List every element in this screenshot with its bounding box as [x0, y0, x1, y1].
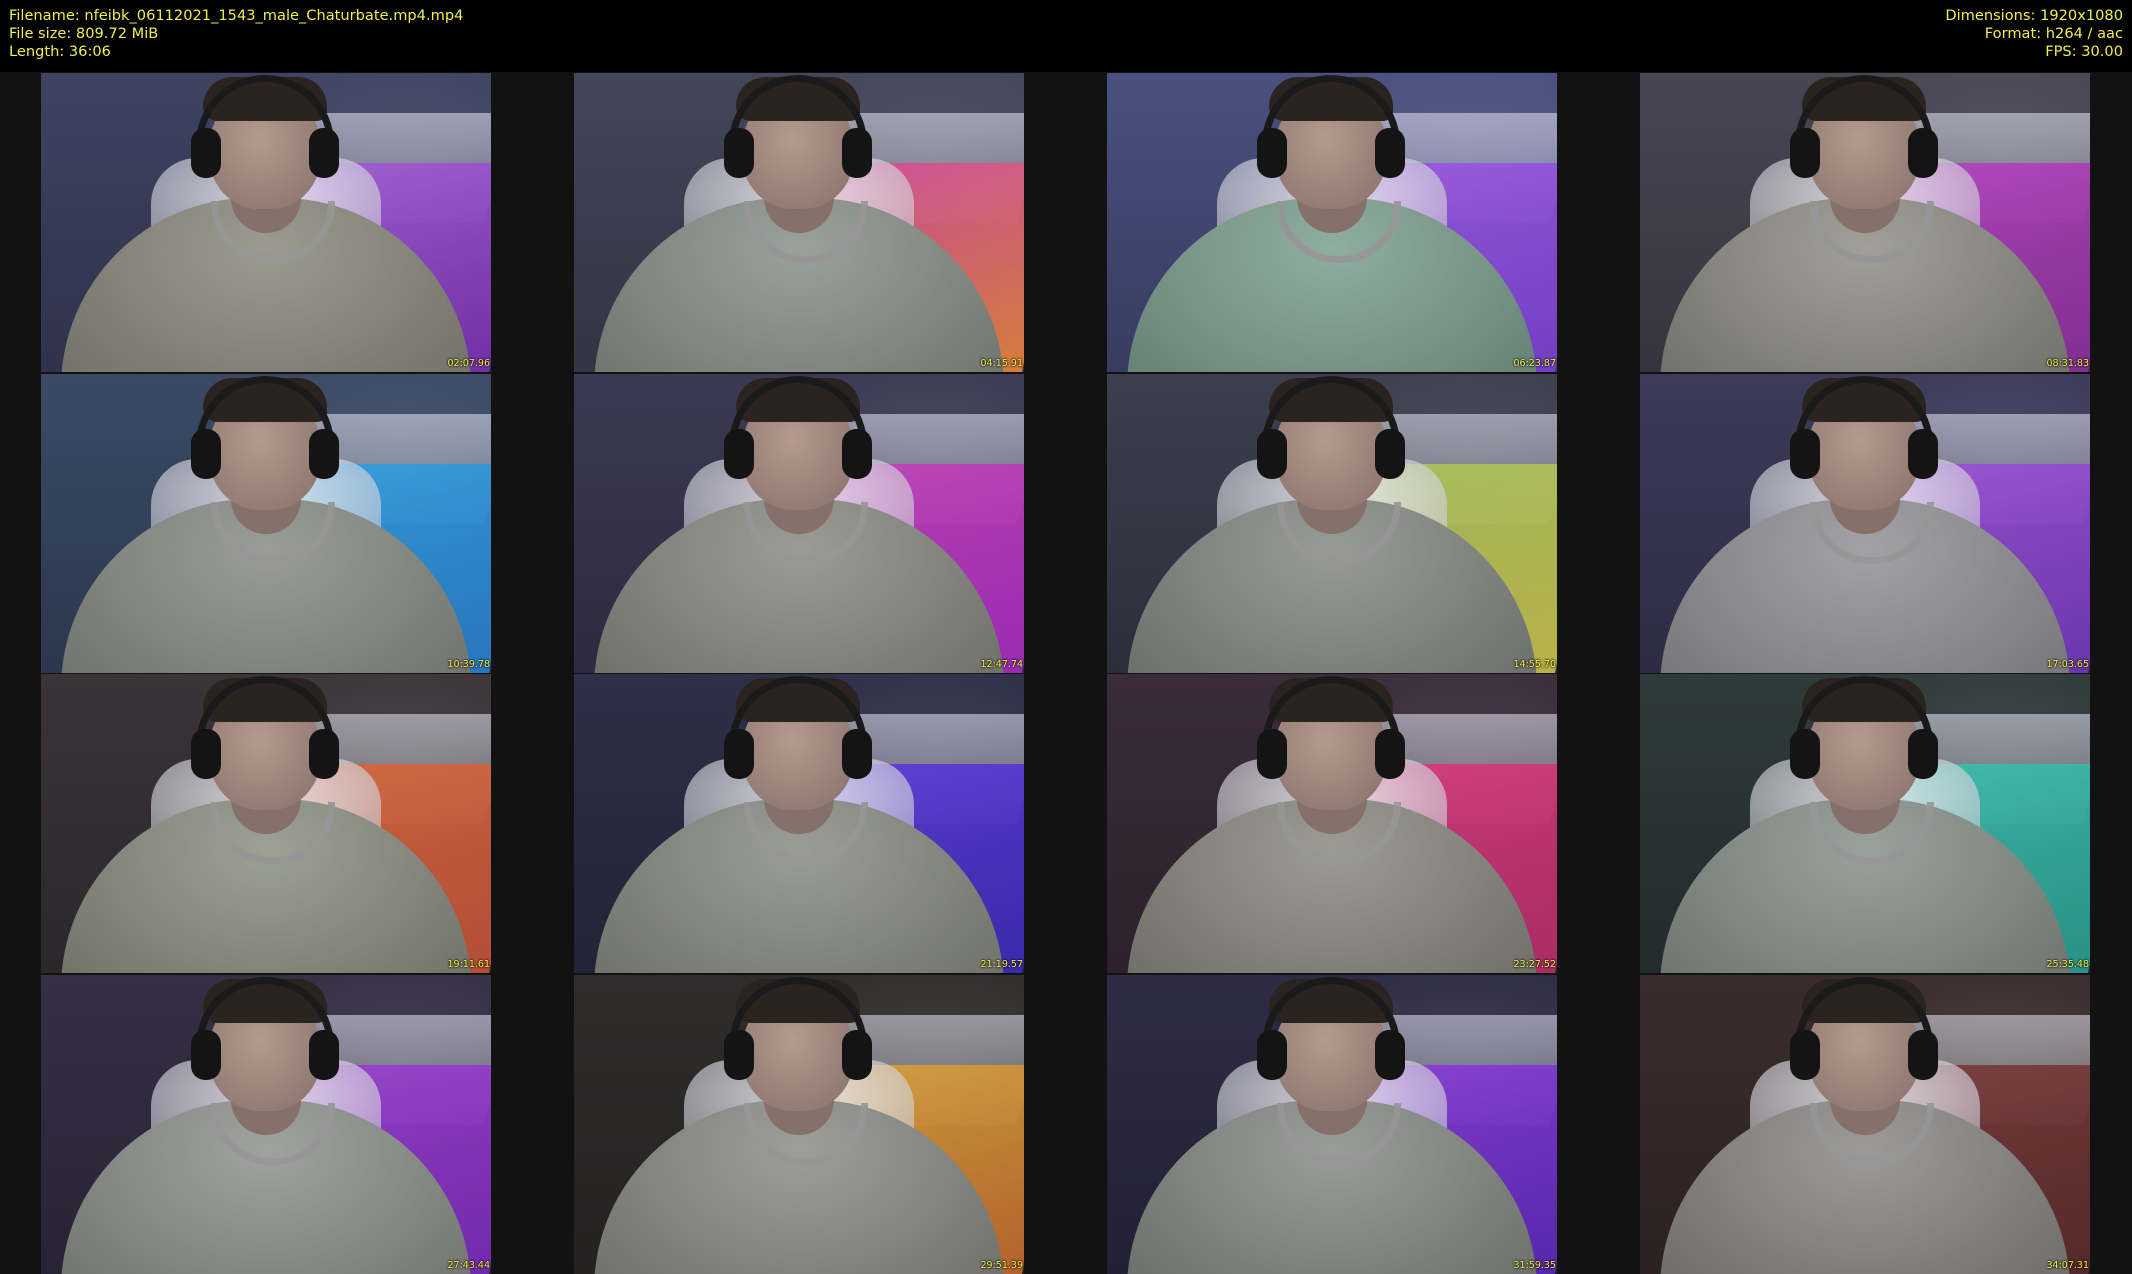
headphone-right-cup — [309, 428, 339, 479]
timestamp-label: 23:27.52 — [1513, 959, 1557, 970]
filesize-text: File size: 809.72 MiB — [9, 25, 159, 42]
thumbnail-cell[interactable]: 19:11.61 — [0, 673, 533, 974]
headphone-right-cup — [842, 1029, 872, 1080]
headphone-left-cup — [191, 729, 221, 779]
headphone-right-cup — [309, 1029, 339, 1080]
timestamp-label: 17:03.65 — [2046, 658, 2090, 670]
headphone-left-cup — [1257, 428, 1287, 479]
thumbnail-cell[interactable]: 34:07.31 — [1599, 973, 2132, 1274]
thumbnail-cell[interactable]: 06:23.87 — [1066, 72, 1599, 373]
video-frame-thumbnail[interactable]: 02:07.96 — [41, 73, 491, 372]
thumbnail-cell[interactable]: 21:19.57 — [533, 673, 1066, 974]
video-frame-thumbnail[interactable]: 31:59.35 — [1107, 974, 1557, 1274]
headphone-left-cup — [1790, 128, 1820, 178]
headphone-right-cup — [1908, 428, 1938, 479]
dimensions-text: Dimensions: 1920x1080 — [1945, 7, 2123, 24]
video-frame-thumbnail[interactable]: 23:27.52 — [1107, 674, 1557, 973]
headphone-right-cup — [1375, 729, 1405, 779]
video-frame-thumbnail[interactable]: 25:35.48 — [1640, 674, 2090, 973]
video-frame-thumbnail[interactable]: 14:55.70 — [1107, 373, 1557, 673]
thumbnail-cell[interactable]: 29:51.39 — [533, 973, 1066, 1274]
video-frame-thumbnail[interactable]: 17:03.65 — [1640, 373, 2090, 673]
headphone-right-cup — [842, 729, 872, 779]
info-header: Filename: nfeibk_06112021_1543_male_Chat… — [0, 0, 2132, 72]
video-frame-thumbnail[interactable]: 29:51.39 — [574, 974, 1024, 1274]
video-frame-thumbnail[interactable]: 19:11.61 — [41, 674, 491, 973]
contact-sheet: Filename: nfeibk_06112021_1543_male_Chat… — [0, 0, 2132, 1274]
thumbnail-cell[interactable]: 02:07.96 — [0, 72, 533, 373]
timestamp-label: 12:47.74 — [980, 658, 1024, 670]
headphone-right-cup — [1908, 128, 1938, 178]
thumbnail-cell[interactable]: 08:31.83 — [1599, 72, 2132, 373]
timestamp-label: 14:55.70 — [1513, 658, 1557, 670]
headphone-left-cup — [1790, 729, 1820, 779]
headphone-left-cup — [1257, 128, 1287, 178]
thumbnail-cell[interactable]: 27:43.44 — [0, 973, 533, 1274]
headphone-left-cup — [191, 128, 221, 178]
headphone-left-cup — [1257, 1029, 1287, 1080]
timestamp-label: 04:15.91 — [980, 358, 1024, 369]
video-frame-thumbnail[interactable]: 27:43.44 — [41, 974, 491, 1274]
headphone-right-cup — [309, 128, 339, 178]
headphone-left-cup — [724, 428, 754, 479]
thumbnail-cell[interactable]: 25:35.48 — [1599, 673, 2132, 974]
video-info: Dimensions: 1920x1080 Format: h264 / aac… — [1945, 7, 2123, 61]
thumbnail-grid: 02:07.96 04:15.91 06:23.87 08:31.83 10:39.78… — [0, 72, 2132, 1274]
headphone-right-cup — [1908, 729, 1938, 779]
timestamp-label: 02:07.96 — [447, 358, 491, 369]
thumbnail-cell[interactable]: 04:15.91 — [533, 72, 1066, 373]
length-text: Length: 36:06 — [9, 43, 111, 60]
thumbnail-cell[interactable]: 10:39.78 — [0, 372, 533, 673]
thumbnail-cell[interactable]: 17:03.65 — [1599, 372, 2132, 673]
headphone-right-cup — [842, 428, 872, 479]
video-frame-thumbnail[interactable]: 12:47.74 — [574, 373, 1024, 673]
headphone-right-cup — [1375, 428, 1405, 479]
timestamp-label: 10:39.78 — [447, 658, 491, 670]
timestamp-label: 25:35.48 — [2046, 959, 2090, 970]
timestamp-label: 34:07.31 — [2046, 1259, 2090, 1271]
headphone-right-cup — [1375, 1029, 1405, 1080]
timestamp-label: 31:59.35 — [1513, 1259, 1557, 1271]
headphone-left-cup — [1790, 1029, 1820, 1080]
video-frame-thumbnail[interactable]: 21:19.57 — [574, 674, 1024, 973]
headphone-right-cup — [842, 128, 872, 178]
file-info: Filename: nfeibk_06112021_1543_male_Chat… — [9, 7, 463, 61]
timestamp-label: 08:31.83 — [2046, 358, 2090, 369]
filename-text: Filename: nfeibk_06112021_1543_male_Chat… — [9, 7, 464, 24]
thumbnail-cell[interactable]: 23:27.52 — [1066, 673, 1599, 974]
timestamp-label: 27:43.44 — [447, 1259, 491, 1271]
video-frame-thumbnail[interactable]: 10:39.78 — [41, 373, 491, 673]
headphone-left-cup — [191, 428, 221, 479]
headphone-right-cup — [309, 729, 339, 779]
thumbnail-cell[interactable]: 12:47.74 — [533, 372, 1066, 673]
video-frame-thumbnail[interactable]: 08:31.83 — [1640, 73, 2090, 372]
headphone-left-cup — [1257, 729, 1287, 779]
timestamp-label: 29:51.39 — [980, 1259, 1024, 1271]
timestamp-label: 19:11.61 — [447, 959, 491, 970]
headphone-right-cup — [1375, 128, 1405, 178]
video-frame-thumbnail[interactable]: 04:15.91 — [574, 73, 1024, 372]
timestamp-label: 21:19.57 — [980, 959, 1024, 970]
headphone-left-cup — [1790, 428, 1820, 479]
format-text: Format: h264 / aac — [1984, 25, 2123, 42]
headphone-right-cup — [1908, 1029, 1938, 1080]
thumbnail-cell[interactable]: 31:59.35 — [1066, 973, 1599, 1274]
thumbnail-cell[interactable]: 14:55.70 — [1066, 372, 1599, 673]
headphone-left-cup — [724, 128, 754, 178]
video-frame-thumbnail[interactable]: 34:07.31 — [1640, 974, 2090, 1274]
headphone-left-cup — [191, 1029, 221, 1080]
headphone-left-cup — [724, 1029, 754, 1080]
headphone-left-cup — [724, 729, 754, 779]
fps-text: FPS: 30.00 — [2045, 43, 2123, 60]
video-frame-thumbnail[interactable]: 06:23.87 — [1107, 73, 1557, 372]
timestamp-label: 06:23.87 — [1513, 358, 1557, 369]
